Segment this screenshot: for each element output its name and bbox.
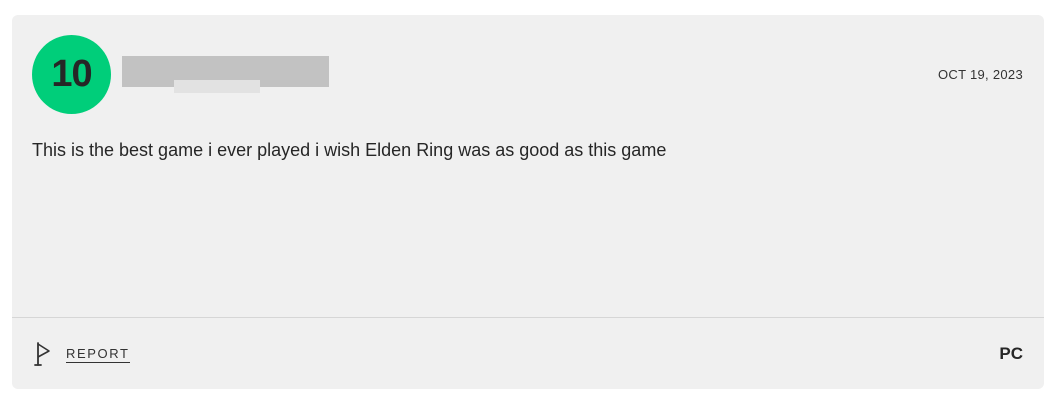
- review-text: This is the best game i ever played i wi…: [32, 140, 667, 160]
- review-date: OCT 19, 2023: [937, 67, 1023, 82]
- review-card: 10 OCT 19, 2023 This is the best game i …: [12, 15, 1044, 389]
- redaction-shade: [174, 80, 260, 93]
- redacted-username: [122, 56, 329, 93]
- report-button[interactable]: REPORT: [34, 341, 130, 367]
- flag-icon: [34, 342, 50, 366]
- divider: [12, 317, 1044, 318]
- platform-label: PC: [999, 344, 1023, 363]
- score-badge: 10: [32, 35, 111, 114]
- report-label[interactable]: REPORT: [66, 346, 130, 363]
